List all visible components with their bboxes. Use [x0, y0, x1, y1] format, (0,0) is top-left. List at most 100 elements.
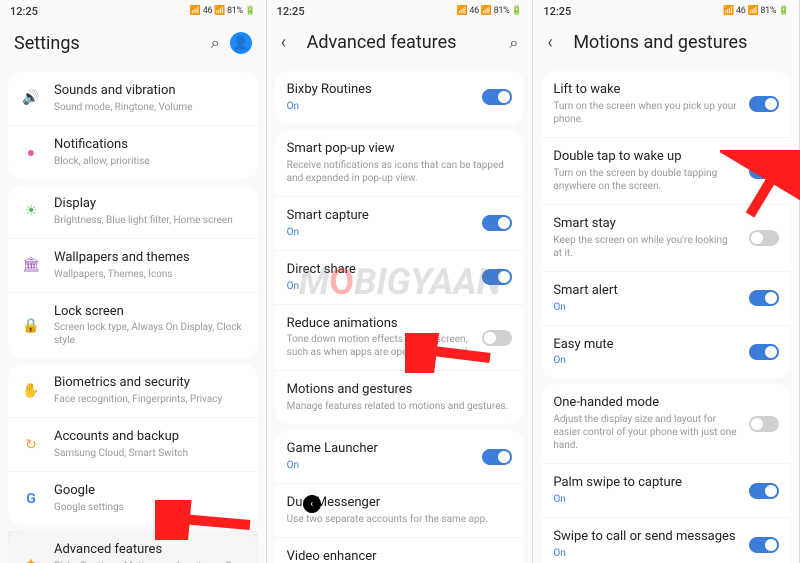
back-icon[interactable]: ‹ [547, 32, 563, 53]
item-accounts[interactable]: ↻ Accounts and backup Samsung Cloud, Sma… [8, 418, 258, 472]
item-title: Game Launcher [287, 441, 471, 458]
item-title: Swipe to call or send messages [553, 529, 737, 546]
item-sub: Block, allow, prioritise [54, 155, 246, 168]
toggle-swipe-call[interactable] [749, 537, 779, 553]
back-icon[interactable]: ‹ [281, 32, 297, 53]
item-sub: Use two separate accounts for the same a… [287, 513, 513, 526]
page-title: Settings [14, 33, 201, 54]
item-palm-swipe[interactable]: Palm swipe to capture On [541, 464, 791, 518]
status-indicators: 📶 46 📶 81% 🔋 [457, 6, 523, 16]
mg-group-2: One-handed mode Adjust the display size … [541, 384, 791, 563]
item-sub: On [553, 354, 737, 367]
item-title: Bixby Routines [287, 82, 471, 99]
toggle-smart-stay[interactable] [749, 230, 779, 246]
item-title: Smart alert [553, 283, 737, 300]
item-google[interactable]: G Google Google settings [8, 472, 258, 525]
item-sub: Turn on the screen when you pick up your… [553, 100, 737, 126]
google-icon: G [20, 488, 42, 510]
item-one-handed[interactable]: One-handed mode Adjust the display size … [541, 384, 791, 464]
toggle-smart-alert[interactable] [749, 290, 779, 306]
item-game-launcher[interactable]: Game Launcher On [275, 430, 525, 484]
item-sub: Screen lock type, Always On Display, Clo… [54, 321, 246, 347]
settings-group-1: 🔊 Sounds and vibration Sound mode, Ringt… [8, 72, 258, 179]
page-title: Advanced features [307, 32, 500, 53]
screen-motions-gestures: 12:25 📶 46 📶 81% 🔋 ‹ Motions and gesture… [533, 0, 800, 563]
item-swipe-call[interactable]: Swipe to call or send messages On [541, 518, 791, 563]
item-title: Google [54, 483, 246, 500]
item-easy-mute[interactable]: Easy mute On [541, 326, 791, 379]
item-video-enhancer[interactable]: Video enhancer On [275, 538, 525, 563]
item-direct-share[interactable]: Direct share On [275, 251, 525, 305]
item-title: Biometrics and security [54, 375, 246, 392]
item-sub: On [553, 301, 737, 314]
toggle-reduce-animations[interactable] [482, 330, 512, 346]
item-double-tap-wake[interactable]: Double tap to wake up Turn on the screen… [541, 138, 791, 205]
item-sub: Keep the screen on while you're looking … [553, 234, 737, 260]
search-icon[interactable]: ⌕ [509, 33, 518, 53]
item-title: Display [54, 196, 246, 213]
backup-icon: ↻ [20, 434, 42, 456]
search-icon[interactable]: ⌕ [211, 33, 220, 53]
item-sounds[interactable]: 🔊 Sounds and vibration Sound mode, Ringt… [8, 72, 258, 126]
toggle-double-tap[interactable] [749, 163, 779, 179]
toggle-game-launcher[interactable] [482, 449, 512, 465]
item-smart-alert[interactable]: Smart alert On [541, 272, 791, 326]
screen-advanced-features: 12:25 📶 46 📶 81% 🔋 ‹ Advanced features ⌕… [267, 0, 534, 563]
item-title: Smart stay [553, 216, 737, 233]
status-indicators: 📶 46 📶 81% 🔋 [190, 6, 256, 16]
header: ‹ Motions and gestures [533, 22, 799, 65]
item-smart-stay[interactable]: Smart stay Keep the screen on while you'… [541, 205, 791, 272]
status-bar: 12:25 📶 46 📶 81% 🔋 [0, 0, 266, 22]
item-advanced-features[interactable]: ✦ Advanced features Bixby Routines, Moti… [8, 531, 258, 563]
item-lift-to-wake[interactable]: Lift to wake Turn on the screen when you… [541, 71, 791, 138]
item-title: Notifications [54, 137, 246, 154]
avatar[interactable]: 👤 [230, 32, 252, 54]
item-lockscreen[interactable]: 🔒 Lock screen Screen lock type, Always O… [8, 293, 258, 359]
status-bar: 12:25 📶 46 📶 81% 🔋 [533, 0, 799, 22]
status-time: 12:25 [10, 5, 38, 18]
item-title: Sounds and vibration [54, 83, 246, 100]
toggle-smart-capture[interactable] [482, 215, 512, 231]
status-bar: 12:25 📶 46 📶 81% 🔋 [267, 0, 533, 22]
item-title: Advanced features [54, 542, 246, 559]
item-sub: Samsung Cloud, Smart Switch [54, 447, 246, 460]
item-title: Palm swipe to capture [553, 475, 737, 492]
item-sub: Adjust the display size and layout for e… [553, 413, 737, 452]
page-title: Motions and gestures [573, 32, 785, 53]
item-title: Lift to wake [553, 82, 737, 99]
item-title: Wallpapers and themes [54, 250, 246, 267]
item-reduce-animations[interactable]: Reduce animations Tone down motion effec… [275, 305, 525, 372]
item-biometrics[interactable]: ✋ Biometrics and security Face recogniti… [8, 364, 258, 418]
settings-group-3: ✋ Biometrics and security Face recogniti… [8, 364, 258, 525]
lock-icon: 🔒 [20, 315, 42, 337]
item-smart-capture[interactable]: Smart capture On [275, 197, 525, 251]
status-time: 12:25 [543, 5, 571, 18]
toggle-one-handed[interactable] [749, 416, 779, 432]
item-sub: Receive notifications as icons that can … [287, 159, 513, 185]
item-notifications[interactable]: ● Notifications Block, allow, prioritise [8, 126, 258, 179]
item-bixby-routines[interactable]: Bixby Routines On [275, 71, 525, 124]
af-group-2: Smart pop-up view Receive notifications … [275, 130, 525, 424]
item-wallpapers[interactable]: 🏛 Wallpapers and themes Wallpapers, Them… [8, 239, 258, 293]
toggle-palm-swipe[interactable] [749, 483, 779, 499]
toggle-direct-share[interactable] [482, 269, 512, 285]
toggle-lift-to-wake[interactable] [749, 96, 779, 112]
item-smart-popup[interactable]: Smart pop-up view Receive notifications … [275, 130, 525, 197]
status-indicators: 📶 46 📶 81% 🔋 [723, 6, 789, 16]
toggle-easy-mute[interactable] [749, 344, 779, 360]
af-group-1: Bixby Routines On [275, 71, 525, 124]
item-sub: Wallpapers, Themes, Icons [54, 268, 246, 281]
header: Settings ⌕ 👤 [0, 22, 266, 66]
settings-group-4: ✦ Advanced features Bixby Routines, Moti… [8, 531, 258, 563]
item-title: Accounts and backup [54, 429, 246, 446]
toggle-bixby[interactable] [482, 89, 512, 105]
item-sub: Manage features related to motions and g… [287, 400, 513, 413]
item-title: Smart capture [287, 208, 471, 225]
touch-indicator-icon: ‹ [303, 495, 321, 513]
item-motions-gestures[interactable]: Motions and gestures Manage features rel… [275, 371, 525, 424]
item-title: One-handed mode [553, 395, 737, 412]
item-display[interactable]: ☀ Display Brightness, Blue light filter,… [8, 185, 258, 239]
item-title: Smart pop-up view [287, 141, 513, 158]
item-sub: On [553, 547, 737, 560]
item-title: Direct share [287, 262, 471, 279]
